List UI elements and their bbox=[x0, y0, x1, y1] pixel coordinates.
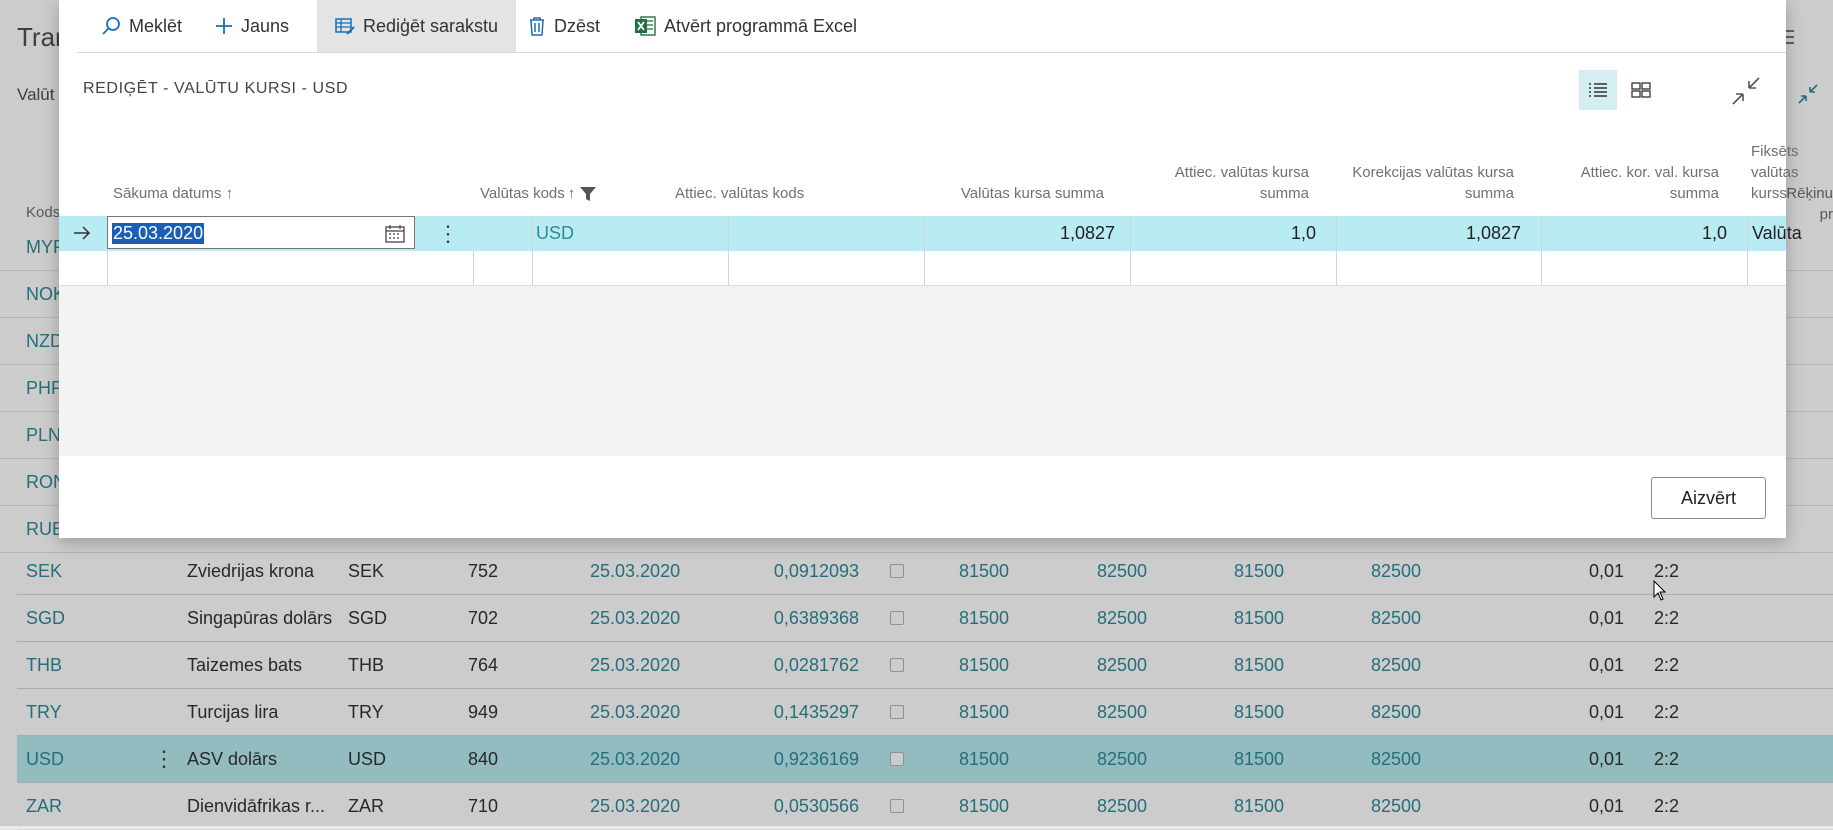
sort-asc-icon: ↑ bbox=[567, 185, 576, 202]
dialog-title: REDIĢĒT - VALŪTU KURSI - USD bbox=[83, 80, 349, 97]
edit-list-button[interactable]: Rediģēt sarakstu bbox=[317, 0, 517, 52]
column-header-start-date[interactable]: Sākuma datums ↑ bbox=[113, 183, 233, 204]
column-header-relational-code[interactable]: Attiec. valūtas kods bbox=[675, 183, 804, 204]
tile-view-button[interactable] bbox=[1622, 70, 1660, 110]
search-button[interactable]: Meklēt bbox=[89, 0, 194, 52]
column-header-rate-amount[interactable]: Valūtas kursa summa bbox=[839, 183, 1104, 204]
list-view-icon bbox=[1589, 83, 1607, 97]
start-date-value: 25.03.2020 bbox=[112, 223, 205, 244]
table-row-new[interactable] bbox=[59, 251, 1786, 286]
collapse-icon[interactable] bbox=[1731, 76, 1761, 111]
rel-adj-rate-amount-cell[interactable]: 1,0 bbox=[1702, 216, 1727, 251]
trash-icon bbox=[530, 17, 544, 36]
start-date-input[interactable]: 25.03.2020 bbox=[107, 216, 415, 249]
action-bar: Meklēt Jauns Rediģēt sarakstu Dzēst Atvē… bbox=[77, 0, 1786, 53]
rates-grid: Sākuma datums ↑ Valūtas kods ↑ Attiec. v… bbox=[59, 116, 1802, 456]
close-button[interactable]: Aizvērt bbox=[1651, 477, 1766, 519]
fixed-rate-cell[interactable]: Valūta bbox=[1752, 216, 1802, 251]
rate-amount-cell[interactable]: 1,0827 bbox=[1060, 216, 1115, 251]
arrow-right-icon bbox=[74, 226, 91, 240]
row-actions-menu-icon[interactable]: ⋮ bbox=[437, 216, 459, 251]
column-header-fixed[interactable]: Fiksēts valūtas kurss bbox=[1751, 141, 1799, 204]
sort-asc-icon: ↑ bbox=[225, 185, 234, 202]
new-button[interactable]: Jauns bbox=[203, 0, 301, 52]
delete-button[interactable]: Dzēst bbox=[516, 0, 612, 52]
excel-label: Atvērt programmā Excel bbox=[664, 15, 858, 36]
plus-icon bbox=[216, 18, 232, 34]
adj-rate-amount-cell[interactable]: 1,0827 bbox=[1466, 216, 1521, 251]
edit-list-label: Rediģēt sarakstu bbox=[363, 15, 499, 36]
edit-list-icon bbox=[335, 18, 355, 35]
search-icon bbox=[102, 17, 120, 35]
new-label: Jauns bbox=[241, 15, 290, 36]
filter-icon bbox=[580, 186, 597, 201]
column-header-adj-rate-amount[interactable]: Korekcijas valūtas kursa summa bbox=[1274, 162, 1514, 204]
calendar-icon[interactable] bbox=[385, 224, 405, 243]
grid-header: Sākuma datums ↑ Valūtas kods ↑ Attiec. v… bbox=[59, 116, 1799, 216]
list-view-button[interactable] bbox=[1579, 70, 1617, 110]
delete-label: Dzēst bbox=[554, 15, 601, 36]
rel-rate-amount-cell[interactable]: 1,0 bbox=[1291, 216, 1316, 251]
open-in-excel-button[interactable]: Atvērt programmā Excel bbox=[622, 0, 869, 52]
currency-code-cell[interactable]: USD bbox=[536, 216, 574, 251]
tile-view-icon bbox=[1631, 82, 1651, 98]
edit-dialog: Meklēt Jauns Rediģēt sarakstu Dzēst Atvē… bbox=[59, 0, 1802, 538]
excel-icon bbox=[635, 16, 656, 36]
search-label: Meklēt bbox=[129, 15, 183, 36]
column-header-rel-adj-rate-amount[interactable]: Attiec. kor. val. kursa summa bbox=[1489, 162, 1719, 204]
mouse-cursor-icon bbox=[1653, 580, 1667, 601]
column-header-currency-code[interactable]: Valūtas kods ↑ bbox=[480, 183, 597, 204]
